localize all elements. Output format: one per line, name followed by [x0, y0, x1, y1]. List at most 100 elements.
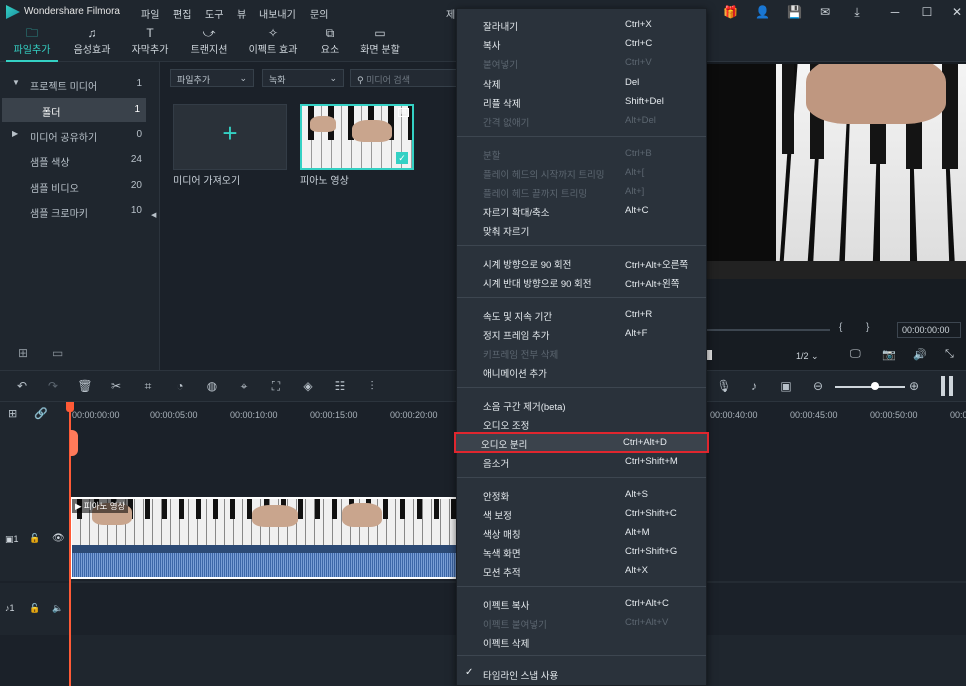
sidebar-item-sample-chroma[interactable]: 샘플 크로마키 10 — [0, 199, 150, 223]
zoom-slider[interactable] — [835, 386, 905, 388]
playhead-handle[interactable] — [66, 402, 74, 412]
context-menu-item[interactable]: 시계 반대 방향으로 90 회전 Ctrl+Alt+왼쪽 — [457, 272, 706, 291]
lock-icon[interactable]: 🔓 — [29, 603, 40, 614]
context-menu-item-label: 이펙트 복사 — [483, 601, 530, 612]
close-icon[interactable]: ✕ — [950, 5, 964, 19]
zoom-slider-handle[interactable] — [871, 382, 879, 390]
fit-icon[interactable]: ⛶ — [268, 378, 284, 394]
message-icon[interactable]: ✉ — [818, 5, 832, 19]
display-icon[interactable]: 🖵 — [850, 348, 861, 361]
voiceover-icon[interactable]: ♪ — [746, 378, 762, 394]
context-menu-item[interactable]: 시계 방향으로 90 회전 Ctrl+Alt+오른쪽 — [457, 253, 706, 272]
context-menu-item[interactable]: 안정화 Alt+S — [457, 485, 706, 504]
menu-tools[interactable]: 도구 — [205, 6, 223, 21]
speed-icon[interactable]: ◔ — [172, 378, 188, 394]
context-menu-item-label: 애니메이션 추가 — [483, 369, 547, 380]
mark-out-button[interactable]: } — [866, 322, 869, 333]
tab-media[interactable]: 🗀 파일추가 — [2, 26, 62, 62]
tab-audio[interactable]: ♫ 음성효과 — [62, 26, 122, 60]
plus-icon[interactable]: + — [217, 120, 243, 146]
tab-titles[interactable]: T 자막추가 — [120, 26, 180, 60]
context-menu-item[interactable]: ✓ 타임라인 스냅 사용 — [457, 664, 706, 683]
menu-help[interactable]: 문의 — [310, 6, 328, 21]
context-menu-item[interactable]: 맞춰 자르기 — [457, 220, 706, 239]
record-dropdown[interactable]: 녹화 ⌄ — [262, 69, 344, 87]
context-menu-item[interactable]: 음소거 Ctrl+Shift+M — [457, 452, 706, 471]
menu-export[interactable]: 내보내기 — [259, 6, 296, 21]
snapshot-icon[interactable]: 📷 — [882, 348, 896, 361]
context-menu-item[interactable]: 애니메이션 추가 — [457, 362, 706, 381]
mark-in-button[interactable]: { — [839, 322, 842, 333]
undo-icon[interactable]: ↶ — [14, 378, 30, 394]
menu-view[interactable]: 뷰 — [237, 6, 246, 21]
crop-icon[interactable]: ⌗ — [140, 378, 156, 394]
preview-timecode: 00:00:00:00 — [897, 322, 961, 338]
context-menu-item[interactable]: 잘라내기 Ctrl+X — [457, 15, 706, 34]
freeze-frame-icon[interactable]: ⌖ — [236, 378, 252, 394]
preview-progress-track[interactable] — [706, 329, 830, 331]
speaker-icon[interactable]: 🔈 — [52, 603, 63, 614]
account-icon[interactable]: 👤 — [755, 5, 770, 19]
media-search-input[interactable]: ⚲ 미디어 검색 — [350, 69, 458, 87]
zoom-in-icon[interactable]: ⊕ — [906, 378, 922, 394]
sidebar-item-project-media[interactable]: ▼ 프로젝트 미디어 1 — [0, 72, 150, 96]
context-menu-item[interactable]: 오디오 분리 Ctrl+Alt+D — [454, 432, 709, 453]
context-menu-item[interactable]: 복사 Ctrl+C — [457, 34, 706, 53]
cut-icon[interactable]: ✂ — [108, 378, 124, 394]
context-menu-item[interactable]: 정지 프레임 추가 Alt+F — [457, 324, 706, 343]
video-clip[interactable]: ▶ 피아노 영상 — [70, 497, 460, 579]
download-icon[interactable]: ⤓ — [850, 5, 864, 19]
fullscreen-icon[interactable]: ⤡ — [945, 348, 954, 361]
gift-icon[interactable]: 🎁 — [723, 5, 738, 19]
clip-label: ▶ 피아노 영상 — [72, 499, 129, 513]
playhead-marker[interactable] — [70, 430, 78, 456]
save-icon[interactable]: 💾 — [787, 5, 802, 19]
context-menu-item[interactable]: 리플 삭제 Shift+Del — [457, 92, 706, 111]
delete-icon[interactable]: 🗑 — [77, 378, 93, 394]
context-menu-item[interactable]: 이펙트 복사 Ctrl+Alt+C — [457, 594, 706, 613]
context-menu-item[interactable]: 소음 구간 제거(beta) — [457, 395, 706, 414]
render-icon[interactable]: ▣ — [778, 378, 794, 394]
link-icon[interactable]: 🔗 — [34, 407, 48, 420]
sidebar-item-shared-media[interactable]: ▶ 미디어 공유하기 0 — [0, 123, 150, 147]
new-folder-icon[interactable]: ⊞ — [18, 346, 28, 360]
media-filter-dropdown[interactable]: 파일추가 ⌄ — [170, 69, 254, 87]
context-menu-item-label: 이펙트 삭제 — [483, 639, 530, 650]
context-menu-item[interactable]: 녹색 화면 Ctrl+Shift+G — [457, 542, 706, 561]
tab-transitions[interactable]: ⤻ 트랜지션 — [179, 26, 239, 60]
tab-effects[interactable]: ✧ 이펙트 효과 — [243, 26, 303, 60]
menu-file[interactable]: 파일 — [141, 6, 159, 21]
sidebar-item-sample-videos[interactable]: 샘플 비디오 20 — [0, 174, 150, 198]
hand-image — [252, 505, 298, 527]
context-menu-item[interactable]: 속도 및 지속 기간 Ctrl+R — [457, 305, 706, 324]
keyframe-icon[interactable]: ◈ — [300, 378, 316, 394]
collapse-panel-icon[interactable]: ◀ — [151, 211, 156, 219]
menu-edit[interactable]: 편집 — [173, 6, 191, 21]
lock-icon[interactable]: 🔓 — [29, 533, 40, 544]
context-menu-item[interactable]: 이펙트 삭제 — [457, 632, 706, 651]
clip-thumbnail[interactable]: ▤ ✓ — [300, 104, 414, 170]
context-menu-item[interactable]: 색상 매칭 Alt+M — [457, 523, 706, 542]
context-menu-item[interactable]: 모션 추적 Alt+X — [457, 561, 706, 580]
zoom-out-icon[interactable]: ⊖ — [810, 378, 826, 394]
maximize-icon[interactable]: ☐ — [920, 5, 934, 19]
sidebar-item-folder[interactable]: 폴더 1 — [2, 98, 146, 122]
redo-icon[interactable]: ↷ — [45, 378, 61, 394]
microphone-icon[interactable]: 🎙 — [716, 378, 732, 394]
color-icon[interactable]: ◍ — [204, 378, 220, 394]
audio-mixer-icon[interactable]: ☷ — [332, 378, 348, 394]
minimize-icon[interactable]: ─ — [888, 5, 902, 19]
folder-outline-icon[interactable]: ▭ — [52, 346, 63, 360]
preview-ratio-dropdown[interactable]: 1/2 ⌄ — [792, 349, 832, 365]
context-menu-item[interactable]: 색 보정 Ctrl+Shift+C — [457, 504, 706, 523]
add-track-icon[interactable]: ⊞ — [8, 407, 17, 420]
context-menu-item[interactable]: 오디오 조정 — [457, 414, 706, 433]
sidebar-item-sample-colors[interactable]: 샘플 색상 24 — [0, 148, 150, 172]
ruler-tick-label: 00:00:50:00 — [870, 410, 918, 420]
eye-icon[interactable]: 👁 — [52, 533, 65, 544]
volume-icon[interactable]: 🔊 — [913, 348, 927, 361]
context-menu-item[interactable]: 삭제 Del — [457, 73, 706, 92]
context-menu-item[interactable]: 자르기 확대/축소 Alt+C — [457, 201, 706, 220]
audio-wave-icon[interactable]: ⫶ — [364, 378, 380, 394]
tab-split-screen[interactable]: ▭ 화면 분할 — [350, 26, 410, 60]
